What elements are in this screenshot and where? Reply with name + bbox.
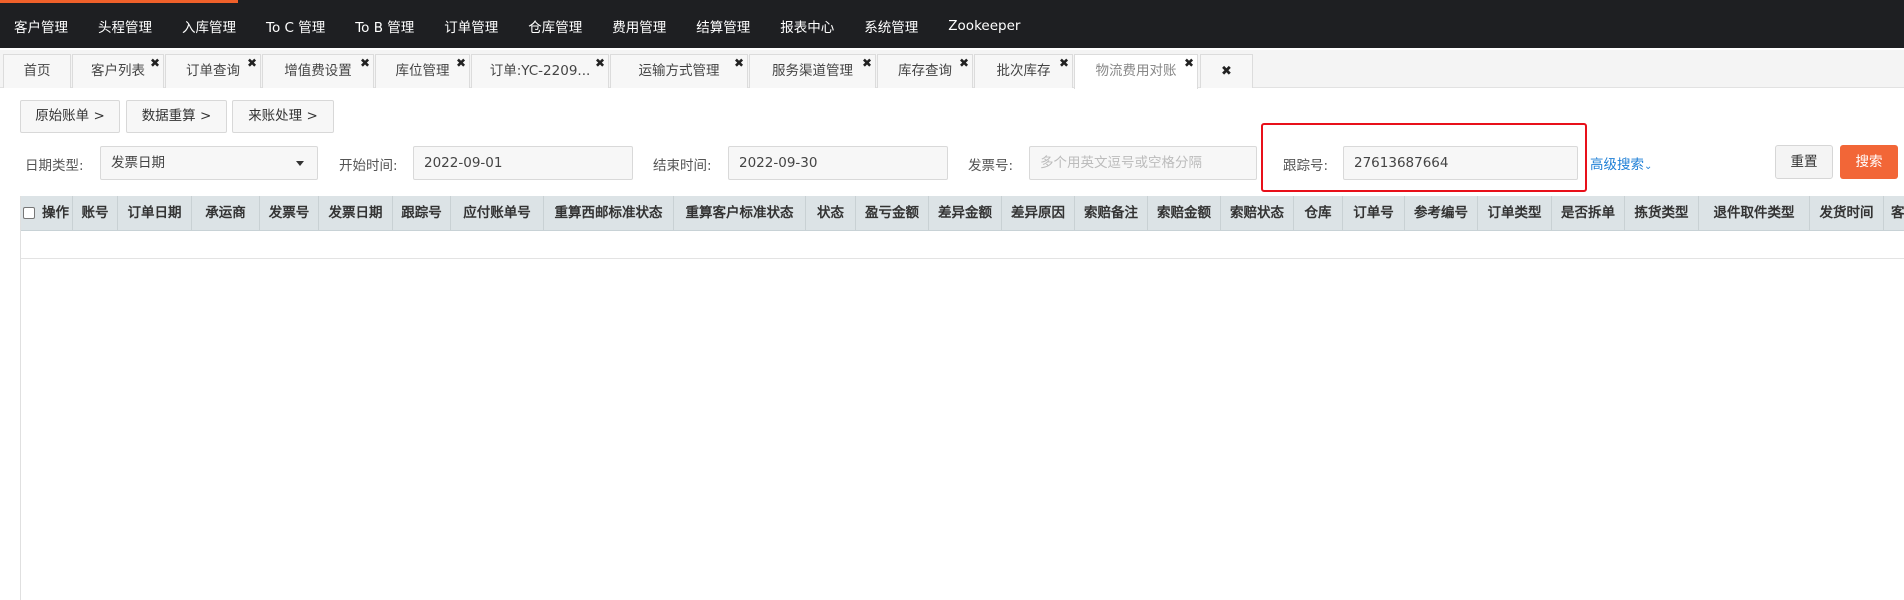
end-time-label: 结束时间: [653,158,712,174]
tab-2[interactable]: 订单查询 ✖ [165,54,261,88]
tab-label: 库存查询 [898,63,952,79]
reconciliation-table: 操作 账号 订单日期 承运商 发票号 发票日期 跟踪号 应付账单号 重算西邮标准状态 重算客户标准… [20,196,1904,600]
column-header-22: 拣货类型 [1625,196,1699,231]
tab-close-icon[interactable]: ✖ [456,56,466,70]
column-header-4: 发票号 [260,196,319,231]
nav-item-0[interactable]: 客户管理 [14,16,68,36]
tab-0[interactable]: 首页 [3,54,71,88]
step-recalculate-button[interactable]: 数据重算 > [126,100,227,133]
column-header-3: 承运商 [192,196,260,231]
nav-item-7[interactable]: 费用管理 [612,16,666,36]
column-header-2: 订单日期 [118,196,192,231]
column-header-14: 索赔备注 [1075,196,1148,231]
end-time-input[interactable] [728,146,948,180]
tab-label: 运输方式管理 [638,63,720,79]
column-header-20: 订单类型 [1478,196,1552,231]
column-header-15: 索赔金额 [1148,196,1221,231]
start-time-input[interactable] [413,146,633,180]
tab-6[interactable]: 运输方式管理 ✖ [610,54,748,88]
tab-close-icon[interactable]: ✖ [595,56,605,70]
tab-4[interactable]: 库位管理 ✖ [375,54,470,88]
tab-close-icon[interactable]: ✖ [1059,56,1069,70]
column-header-18: 订单号 [1343,196,1405,231]
nav-item-2[interactable]: 入库管理 [182,16,236,36]
column-header-7: 应付账单号 [451,196,544,231]
tracking-number-label: 跟踪号: [1283,158,1329,174]
table-empty-row [21,231,1904,259]
tab-label: 增值费设置 [284,63,352,79]
column-header-21: 是否拆单 [1552,196,1625,231]
column-header-5: 发票日期 [319,196,393,231]
nav-item-6[interactable]: 仓库管理 [528,16,582,36]
tab-label: 物流费用对账 [1095,63,1177,79]
tab-7[interactable]: 服务渠道管理 ✖ [749,54,876,88]
tab-close-icon[interactable]: ✖ [959,56,969,70]
tab-bar: 首页 客户列表 ✖ 订单查询 ✖ 增值费设置 ✖ 库位管理 ✖ 订单:YC-2209... ✖ 运输方… [0,50,1904,89]
tab-label: 首页 [23,63,51,79]
nav-item-8[interactable]: 结算管理 [696,16,750,36]
tab-label: 客户列表 [91,63,145,79]
nav-item-5[interactable]: 订单管理 [444,16,498,36]
tab-1[interactable]: 客户列表 ✖ [72,54,164,88]
column-header-13: 差异原因 [1002,196,1075,231]
column-header-25: 客户 [1884,196,1904,231]
tab-10[interactable]: 物流费用对账 ✖ [1074,54,1198,89]
column-header-24: 发货时间 [1810,196,1884,231]
column-header-6: 跟踪号 [393,196,451,231]
invoice-number-label: 发票号: [968,158,1014,174]
step-incoming-bill-button[interactable]: 来账处理 > [232,100,334,133]
top-navigation: 客户管理 头程管理 入库管理 To C 管理 To B 管理 订单管理 仓库管理 费用管理 结算… [0,0,1904,48]
invoice-number-input[interactable] [1029,146,1257,180]
chevron-down-icon [296,161,304,166]
tab-label: 库位管理 [395,63,450,79]
date-type-select[interactable]: 发票日期 [100,146,318,180]
tab-5[interactable]: 订单:YC-2209... ✖ [471,54,609,88]
top-menu: 客户管理 头程管理 入库管理 To C 管理 To B 管理 订单管理 仓库管理 费用管理 结算… [0,3,1904,48]
nav-item-9[interactable]: 报表中心 [780,16,834,36]
nav-item-10[interactable]: 系统管理 [864,16,918,36]
column-header-23: 退件取件类型 [1699,196,1810,231]
tab-3[interactable]: 增值费设置 ✖ [262,54,374,88]
tab-close-icon[interactable]: ✖ [734,56,744,70]
nav-item-3[interactable]: To C 管理 [266,16,325,36]
column-header-9: 重算客户标准状态 [674,196,806,231]
tab-close-icon[interactable]: ✖ [247,56,257,70]
nav-item-11[interactable]: Zookeeper [948,18,1020,34]
column-header-19: 参考编号 [1405,196,1478,231]
nav-item-1[interactable]: 头程管理 [98,16,152,36]
column-header-16: 索赔状态 [1221,196,1294,231]
close-all-tabs-button[interactable]: ✖ [1200,54,1253,88]
tab-close-icon[interactable]: ✖ [862,56,872,70]
advanced-search-link[interactable]: 高级搜索⌄ [1590,153,1652,173]
search-button[interactable]: 搜索 [1840,145,1898,179]
column-header-11: 盈亏金额 [856,196,929,231]
column-header-8: 重算西邮标准状态 [544,196,674,231]
tracking-number-input[interactable] [1343,146,1578,180]
tab-close-icon[interactable]: ✖ [360,56,370,70]
chevron-down-icon: ⌄ [1644,161,1653,172]
column-header-12: 差异金额 [929,196,1002,231]
column-header-10: 状态 [806,196,856,231]
date-type-label: 日期类型: [25,158,84,174]
nav-accent-bar [0,0,238,3]
table-header: 操作 账号 订单日期 承运商 发票号 发票日期 跟踪号 应付账单号 重算西邮标准状态 重算客户标准… [21,196,1904,231]
tab-close-icon[interactable]: ✖ [1184,56,1194,70]
reset-button[interactable]: 重置 [1775,145,1833,179]
tab-8[interactable]: 库存查询 ✖ [877,54,973,88]
tab-label: 订单查询 [186,63,240,79]
start-time-label: 开始时间: [339,158,398,174]
nav-item-4[interactable]: To B 管理 [355,16,414,36]
tab-close-icon[interactable]: ✖ [150,56,160,70]
column-header-17: 仓库 [1294,196,1343,231]
step-original-bill-button[interactable]: 原始账单 > [20,100,120,133]
advanced-search-label: 高级搜索 [1590,157,1644,173]
tab-label: 批次库存 [996,63,1051,79]
tab-label: 订单:YC-2209... [489,63,591,79]
tab-9[interactable]: 批次库存 ✖ [974,54,1073,88]
column-header-1: 账号 [73,196,118,231]
column-header-0: 操作 [39,196,73,231]
close-icon: ✖ [1221,64,1232,79]
tab-label: 服务渠道管理 [772,63,853,79]
select-all-checkbox[interactable] [23,207,35,219]
